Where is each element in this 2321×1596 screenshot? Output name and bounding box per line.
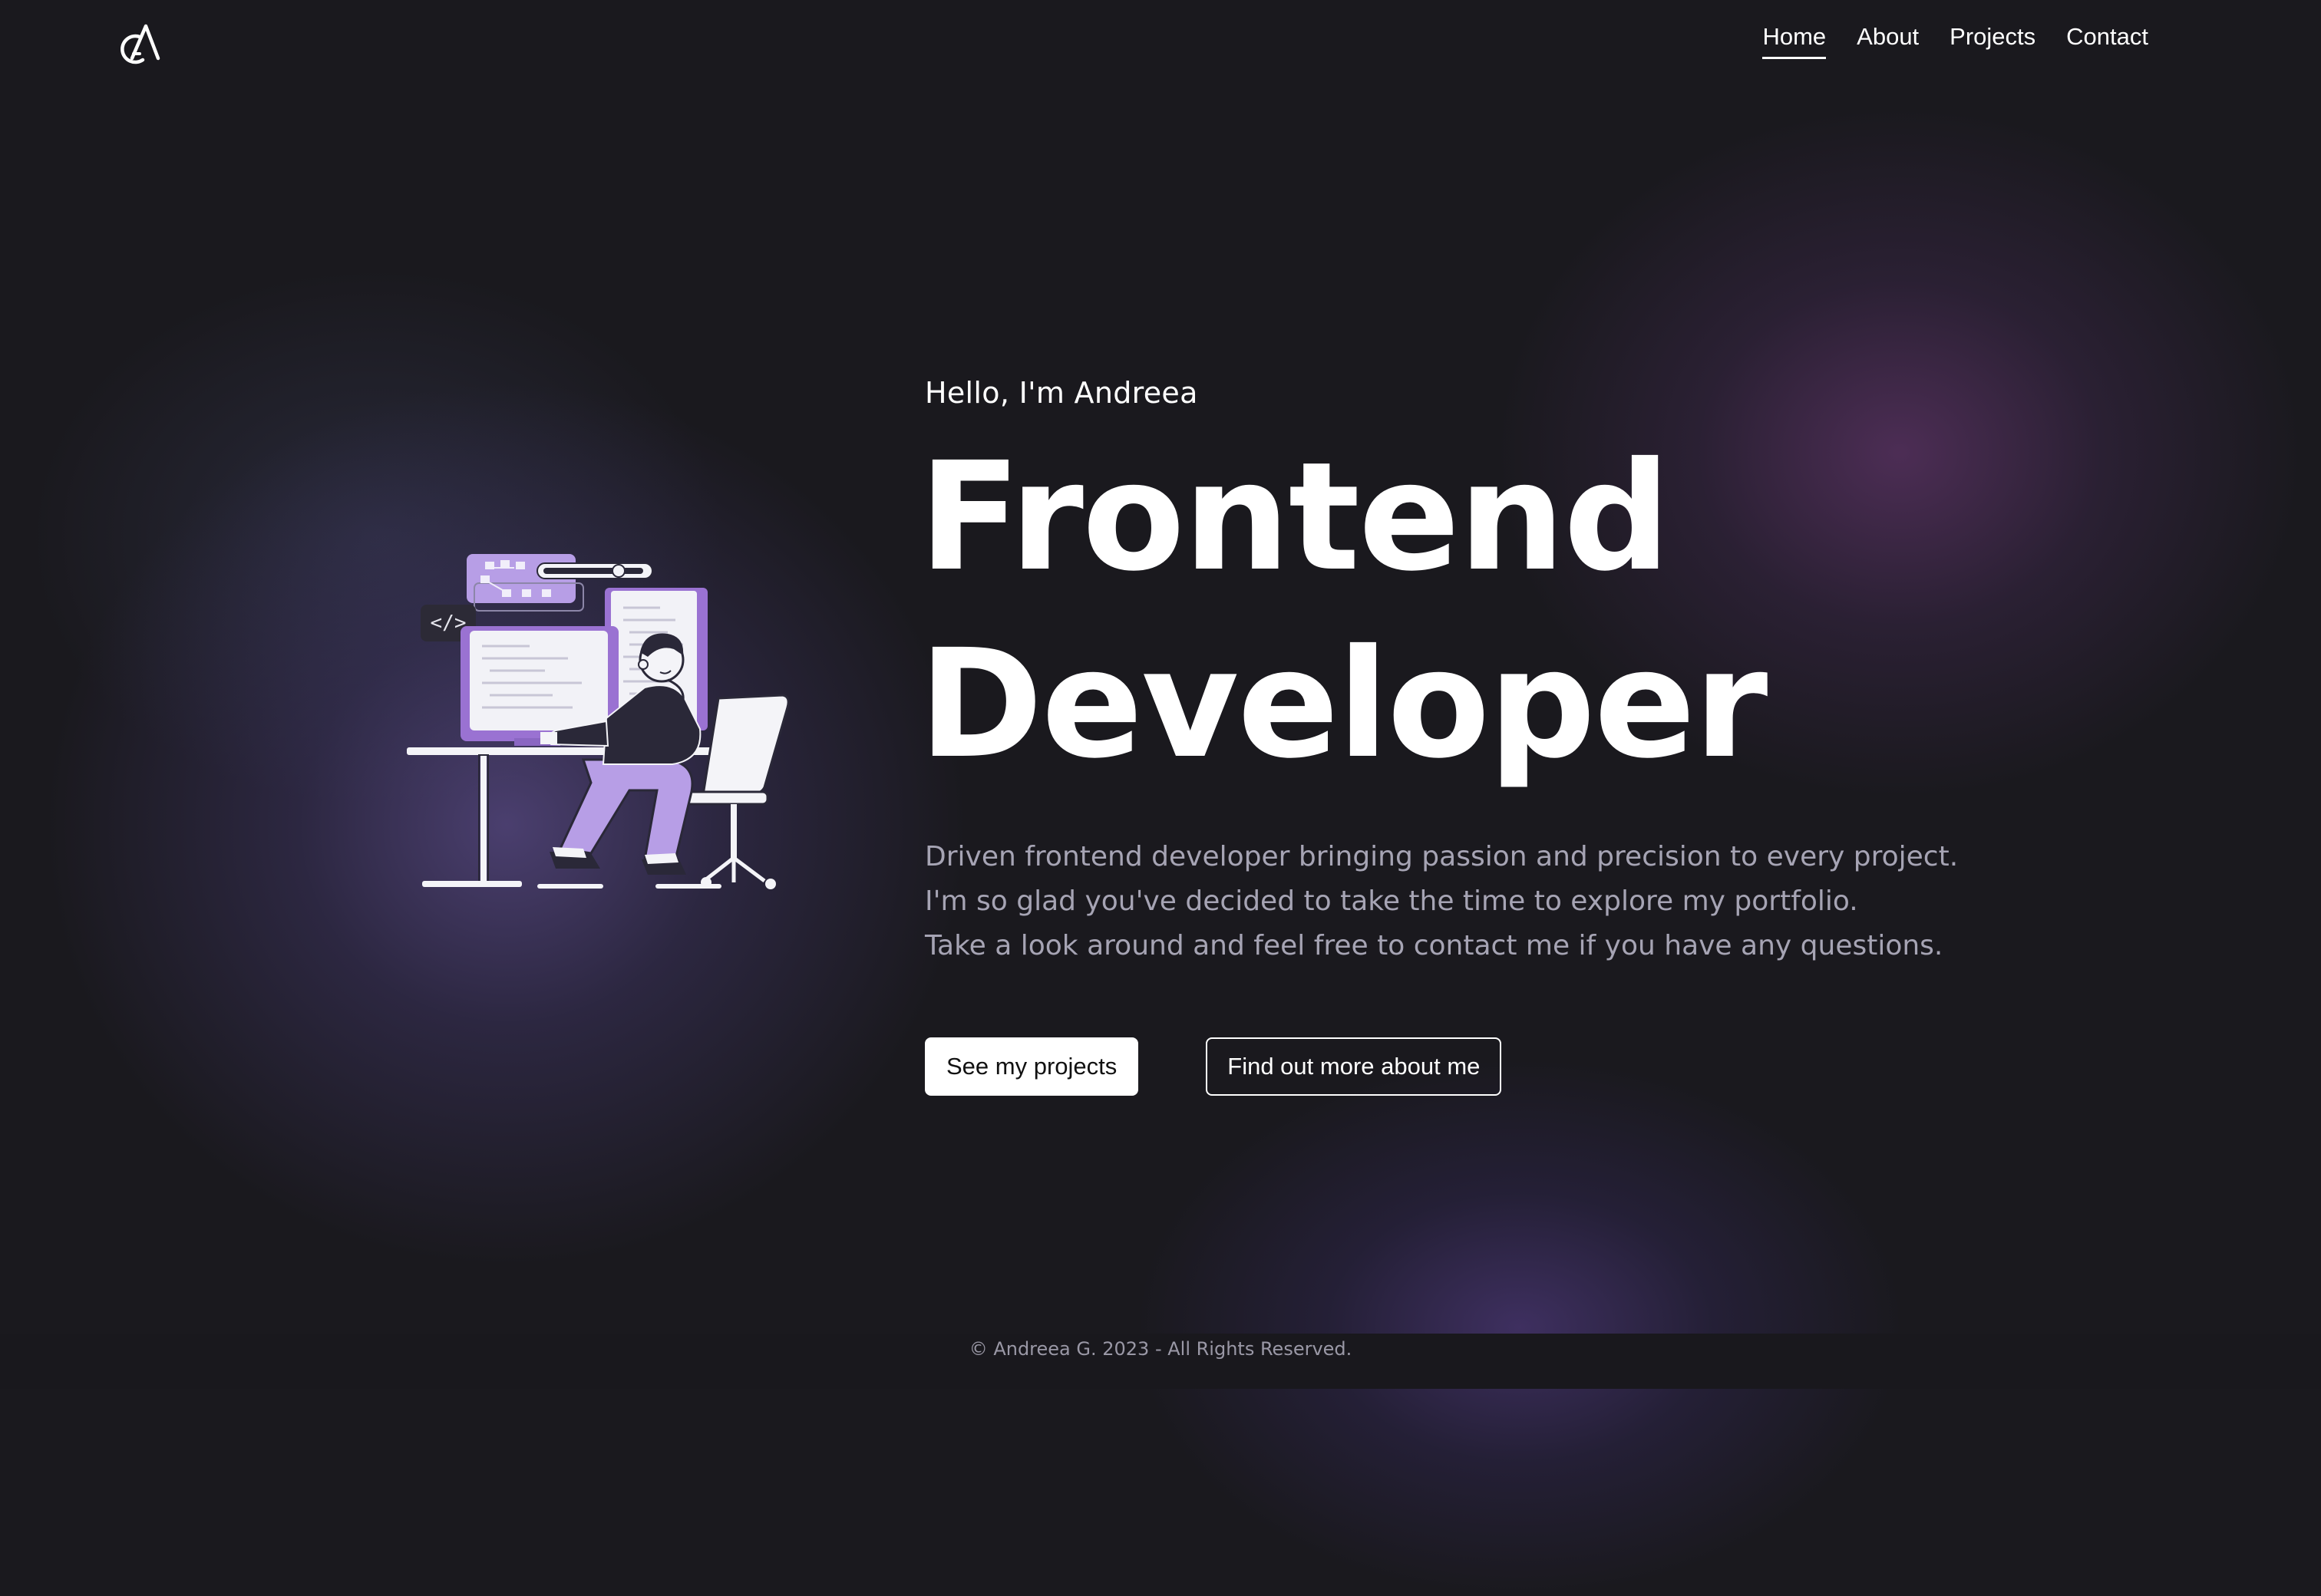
hero-intro-line: Driven frontend developer bringing passi… xyxy=(925,841,1959,872)
nav-link-contact[interactable]: Contact xyxy=(2066,23,2148,59)
copyright-text: © Andreea G. 2023 - All Rights Reserved. xyxy=(969,1338,1352,1360)
nav-link-about[interactable]: About xyxy=(1857,23,1919,59)
site-footer: © Andreea G. 2023 - All Rights Reserved. xyxy=(0,1334,2321,1389)
hero-headline: Frontend Developer xyxy=(919,424,2076,798)
hero-headline-line1: Frontend xyxy=(919,430,1671,604)
about-me-button[interactable]: Find out more about me xyxy=(1206,1037,1502,1096)
site-header: Home About Projects Contact xyxy=(0,0,2321,84)
hero-intro: Driven frontend developer bringing passi… xyxy=(925,835,2076,968)
ga-logo-icon[interactable] xyxy=(117,20,164,71)
developer-at-desk-illustration: </> xyxy=(399,537,837,905)
nav-link-home[interactable]: Home xyxy=(1762,23,1827,59)
hero-headline-line2: Developer xyxy=(919,617,1768,791)
hero-intro-line: Take a look around and feel free to cont… xyxy=(925,930,1943,961)
background-glow-bottom xyxy=(1136,1059,1903,1596)
hero-buttons: See my projects Find out more about me xyxy=(925,1037,2076,1096)
main-nav: Home About Projects Contact xyxy=(1762,23,2148,59)
hero-section: Hello, I'm Andreea Frontend Developer Dr… xyxy=(919,376,2076,1096)
see-projects-button[interactable]: See my projects xyxy=(925,1037,1139,1096)
nav-link-projects[interactable]: Projects xyxy=(1950,23,2035,59)
hero-greeting: Hello, I'm Andreea xyxy=(925,376,1198,410)
hero-intro-line: I'm so glad you've decided to take the t… xyxy=(925,885,1858,917)
